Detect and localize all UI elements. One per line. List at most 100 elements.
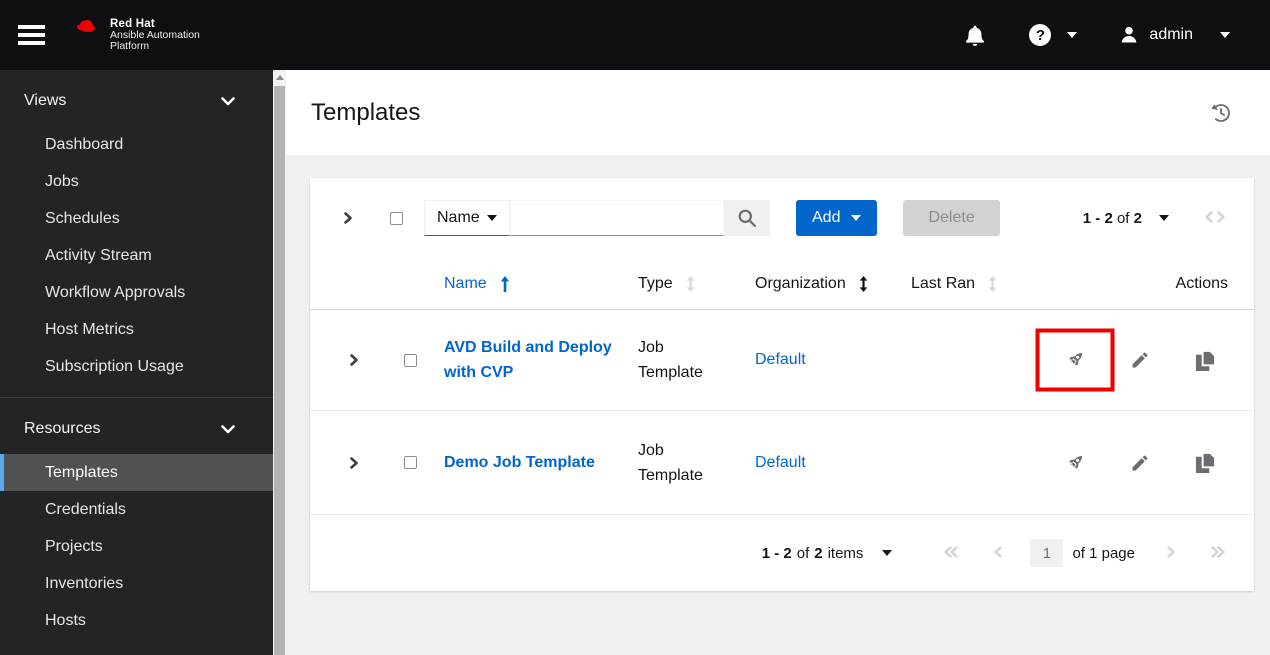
- user-icon: [1122, 26, 1137, 43]
- help-dropdown-toggle[interactable]: [1067, 32, 1078, 38]
- expand-all-button[interactable]: [330, 200, 366, 236]
- user-menu-button[interactable]: admin: [1119, 25, 1230, 45]
- sidebar-item-workflow-approvals[interactable]: Workflow Approvals: [0, 274, 273, 311]
- masthead: Red Hat Ansible Automation Platform ? ad…: [0, 0, 1270, 70]
- sidebar-item-activity-stream[interactable]: Activity Stream: [0, 237, 273, 274]
- row-expand-button[interactable]: [336, 342, 372, 378]
- sort-both-icon: [686, 275, 694, 292]
- column-header-last-ran[interactable]: Last Ran: [911, 275, 1051, 293]
- first-page-button[interactable]: [942, 545, 960, 562]
- table-row: Demo Job Template Job Template Default: [310, 411, 1254, 515]
- page-title: Templates: [311, 98, 421, 126]
- caret-down-icon: [1159, 215, 1169, 221]
- pagination-summary: 1 - 2 of 2 items: [762, 545, 893, 562]
- double-chevron-left-icon: [944, 545, 959, 558]
- nav-section-views[interactable]: Views: [0, 84, 273, 118]
- brand-logo: Red Hat Ansible Automation Platform: [77, 18, 200, 52]
- sidebar-item-inventories[interactable]: Inventories: [0, 565, 273, 602]
- prev-page-button[interactable]: [992, 545, 1004, 562]
- pencil-icon: [1132, 454, 1148, 470]
- copy-icon: [1195, 452, 1216, 473]
- search-icon: [738, 209, 757, 228]
- column-header-actions: Actions: [1175, 274, 1228, 292]
- nav-section-label: Resources: [24, 420, 101, 437]
- page-header: Templates: [286, 70, 1270, 155]
- sidebar-nav: Views Dashboard Jobs Schedules Activity …: [0, 70, 273, 655]
- pagination-of: of: [1116, 209, 1130, 227]
- edit-template-button[interactable]: [1128, 451, 1152, 475]
- caret-down-icon: [851, 215, 862, 221]
- sidebar-item-jobs[interactable]: Jobs: [0, 163, 273, 200]
- activity-history-button[interactable]: [1210, 102, 1232, 124]
- table-header-row: Name Type Organization Last Ran Actions: [310, 258, 1254, 310]
- sidebar-scrollbar[interactable]: [273, 70, 286, 655]
- pencil-icon: [1132, 352, 1148, 368]
- pagination-total: 2: [1133, 209, 1142, 227]
- search-submit-button[interactable]: [724, 200, 770, 236]
- row-checkbox[interactable]: [403, 456, 417, 469]
- copy-template-button[interactable]: [1193, 348, 1217, 372]
- history-icon: [1211, 103, 1230, 122]
- column-header-organization[interactable]: Organization: [755, 275, 911, 293]
- next-page-button[interactable]: [1165, 545, 1177, 562]
- user-name: admin: [1149, 26, 1193, 43]
- filter-key-label: Name: [437, 209, 480, 226]
- sort-arrow-up-icon: [500, 275, 509, 292]
- search-input[interactable]: [510, 200, 724, 236]
- scrollbar-thumb[interactable]: [274, 86, 285, 655]
- caret-down-icon: [1220, 32, 1230, 38]
- caret-down-icon: [882, 550, 893, 556]
- last-page-button[interactable]: [1209, 545, 1227, 562]
- template-name-link[interactable]: Demo Job Template: [444, 450, 616, 475]
- template-type: Job Template: [638, 339, 703, 381]
- sidebar-item-schedules[interactable]: Schedules: [0, 200, 273, 237]
- copy-icon: [1195, 349, 1216, 371]
- delete-button[interactable]: Delete: [903, 200, 1000, 236]
- sidebar-item-projects[interactable]: Projects: [0, 528, 273, 565]
- sidebar-item-dashboard[interactable]: Dashboard: [0, 126, 273, 163]
- help-button[interactable]: ?: [1029, 24, 1052, 46]
- nav-section-label: Views: [24, 92, 67, 109]
- launch-template-button[interactable]: [1063, 348, 1087, 372]
- pagination-range: 1 - 2: [761, 544, 792, 562]
- current-page-input[interactable]: 1: [1030, 539, 1064, 567]
- sidebar-item-credentials[interactable]: Credentials: [0, 491, 273, 528]
- row-checkbox[interactable]: [403, 353, 417, 367]
- pagination-range: 1 - 2: [1082, 209, 1113, 227]
- edit-template-button[interactable]: [1128, 348, 1152, 372]
- question-circle-icon: ?: [1029, 24, 1052, 46]
- column-header-name[interactable]: Name: [432, 275, 638, 293]
- sidebar-item-hosts[interactable]: Hosts: [0, 602, 273, 639]
- copy-template-button[interactable]: [1193, 451, 1217, 475]
- chevron-right-icon: [1217, 210, 1225, 223]
- rocket-icon: [1069, 455, 1083, 469]
- chevron-down-icon: [221, 424, 235, 433]
- prev-page-button[interactable]: [1203, 210, 1215, 227]
- rocket-icon: [1069, 352, 1083, 366]
- select-all-checkbox[interactable]: [390, 211, 403, 225]
- per-page-dropdown-toggle[interactable]: [868, 550, 893, 556]
- next-page-button[interactable]: [1215, 210, 1227, 227]
- launch-template-button[interactable]: [1063, 451, 1087, 475]
- caret-down-icon: [487, 215, 497, 221]
- nav-section-resources[interactable]: Resources: [0, 412, 273, 446]
- notifications-button[interactable]: [965, 24, 985, 47]
- row-expand-button[interactable]: [336, 445, 372, 481]
- scrollbar-up-button[interactable]: [273, 70, 286, 85]
- sidebar-item-host-metrics[interactable]: Host Metrics: [0, 311, 273, 348]
- column-header-type[interactable]: Type: [638, 275, 755, 293]
- sidebar-item-subscription-usage[interactable]: Subscription Usage: [0, 348, 273, 385]
- sidebar-item-templates[interactable]: Templates: [0, 454, 273, 491]
- template-type: Job Template: [638, 441, 703, 484]
- filter-key-select[interactable]: Name: [424, 200, 510, 236]
- pagination-items-label: items: [827, 544, 864, 562]
- template-name-link[interactable]: AVD Build and Deploy with CVP: [444, 335, 616, 385]
- organization-link[interactable]: Default: [755, 351, 911, 369]
- per-page-dropdown-toggle[interactable]: [1142, 215, 1169, 221]
- nav-toggle-button[interactable]: [18, 21, 48, 50]
- pagination-total: 2: [814, 544, 823, 562]
- brand-line3: Platform: [110, 40, 150, 52]
- add-button[interactable]: Add: [796, 200, 878, 236]
- organization-link[interactable]: Default: [755, 454, 911, 472]
- sort-both-icon: [859, 275, 868, 292]
